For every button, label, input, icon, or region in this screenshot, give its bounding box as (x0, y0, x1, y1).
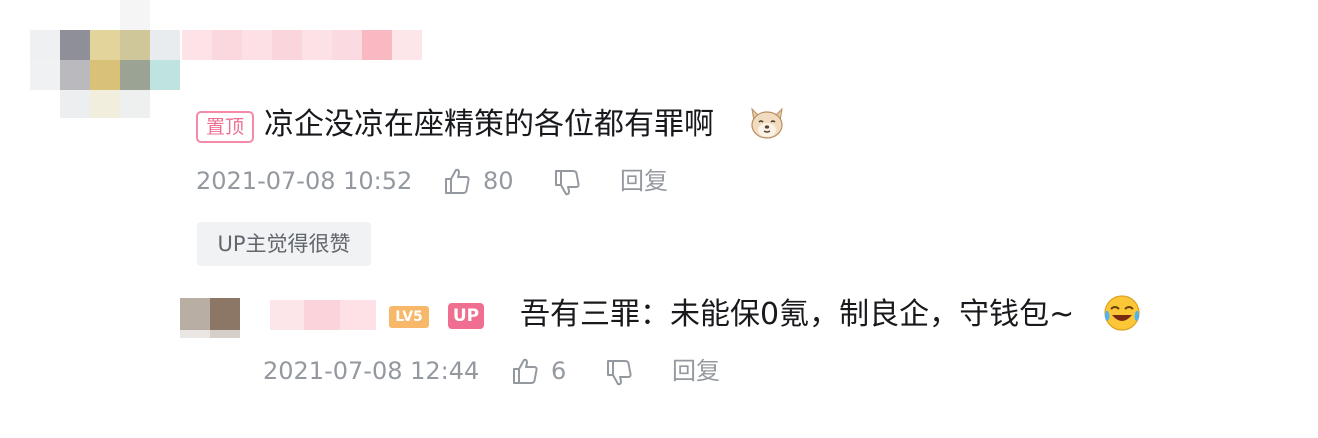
reply-reply-button[interactable]: 回复 (672, 356, 720, 386)
thumbs-down-icon (607, 360, 632, 386)
commenter-avatar[interactable] (30, 0, 190, 120)
laughing-crying-emoji-icon (1102, 293, 1142, 333)
thumbs-up-icon (513, 358, 538, 384)
replier-avatar[interactable] (180, 298, 240, 338)
dog-face-emoji-icon (748, 103, 786, 141)
commenter-username[interactable] (182, 30, 422, 66)
reply-dislike-button[interactable] (604, 358, 634, 388)
comment-timestamp: 2021-07-08 10:52 (196, 167, 413, 195)
reply-timestamp: 2021-07-08 12:44 (263, 357, 480, 385)
thumbs-up-icon (445, 168, 470, 194)
reply-text: 吾有三罪：未能保0氪，制良企，守钱包~ (520, 297, 1075, 332)
comment-text: 凉企没凉在座精策的各位都有罪啊 (264, 107, 714, 142)
replier-username[interactable] (270, 300, 376, 330)
reply-like-button[interactable] (510, 356, 540, 386)
comment-like-count: 80 (483, 167, 514, 195)
comment-reply-button[interactable]: 回复 (620, 166, 668, 196)
level-badge: LV5 (389, 306, 429, 328)
dislike-button[interactable] (552, 168, 582, 198)
pinned-badge: 置顶 (196, 111, 254, 143)
thumbs-down-icon (555, 170, 580, 196)
reply-like-count: 6 (551, 357, 567, 385)
like-button[interactable] (442, 166, 472, 196)
up-liked-tag: UP主觉得很赞 (197, 222, 371, 266)
up-badge: UP (448, 303, 484, 329)
